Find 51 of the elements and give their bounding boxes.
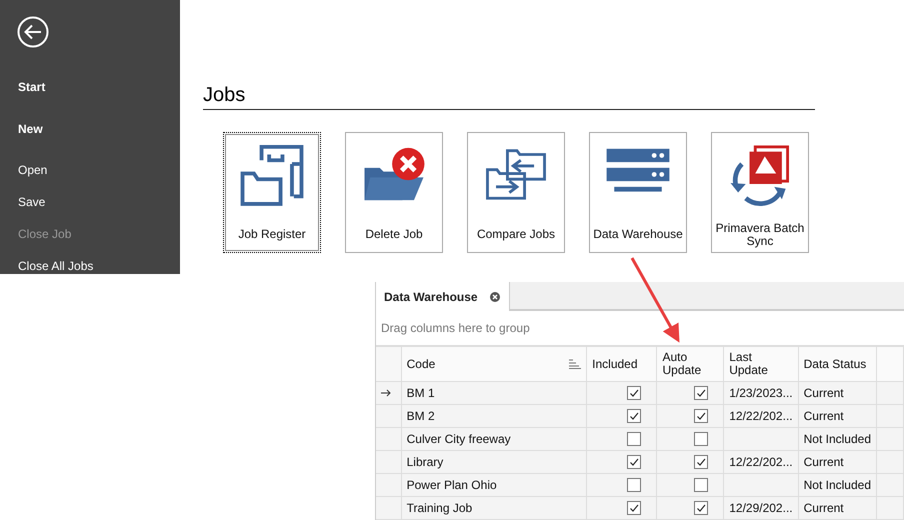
panel-tab[interactable]: Data Warehouse: [376, 282, 510, 311]
section-title: Jobs: [203, 84, 815, 110]
table-cell: Not Included: [798, 474, 876, 496]
checkbox[interactable]: [627, 478, 642, 492]
column-header[interactable]: Code: [406, 358, 436, 370]
table-cell: Current: [798, 404, 876, 428]
job-tile[interactable]: Primavera Batch Sync: [711, 132, 809, 253]
table-cell: BM 2: [401, 404, 587, 428]
job-tile[interactable]: Compare Jobs: [467, 132, 565, 253]
sort-icon[interactable]: [569, 359, 582, 369]
file-cabinet-icon: [239, 145, 305, 208]
checkbox[interactable]: [627, 409, 642, 423]
table-cell: Training Job: [401, 496, 587, 520]
back-icon[interactable]: [17, 16, 49, 48]
column-header[interactable]: Included: [586, 346, 657, 382]
table-cell: 1/23/2023...: [724, 382, 798, 404]
table-cell: 12/22/202...: [724, 404, 798, 428]
checkbox[interactable]: [694, 386, 708, 400]
checkbox[interactable]: [627, 432, 642, 446]
checkbox[interactable]: [694, 455, 708, 469]
job-tile[interactable]: Data Warehouse: [589, 132, 687, 253]
table-cell: Current: [798, 450, 876, 474]
checkbox[interactable]: [627, 386, 642, 400]
checkbox[interactable]: [627, 501, 642, 515]
menu-item[interactable]: Close All Jobs: [0, 250, 180, 282]
checkbox[interactable]: [694, 478, 708, 492]
table-cell: Culver City freeway: [401, 428, 587, 450]
tab-label: Data Warehouse: [384, 290, 478, 304]
table-cell: Power Plan Ohio: [401, 474, 587, 496]
table-cell: Current: [798, 382, 876, 404]
column-header[interactable]: Auto Update: [656, 346, 724, 382]
table-cell: Library: [401, 450, 587, 474]
checkbox[interactable]: [694, 409, 708, 423]
menu-item[interactable]: Open: [0, 154, 180, 186]
table-cell: 12/29/202...: [724, 496, 798, 520]
table-cell: Not Included: [798, 428, 876, 450]
job-tile[interactable]: Job Register: [223, 132, 321, 253]
group-by-hint: Drag columns here to group: [381, 321, 530, 335]
menu-item[interactable]: New: [0, 112, 180, 154]
table-cell: BM 1: [401, 382, 587, 404]
checkbox[interactable]: [627, 455, 642, 469]
menu-item[interactable]: Save: [0, 186, 180, 218]
table-cell: Current: [798, 496, 876, 520]
checkbox[interactable]: [694, 432, 708, 446]
checkbox[interactable]: [694, 501, 708, 515]
column-header[interactable]: Last Update: [724, 346, 798, 382]
job-tile[interactable]: Delete Job: [345, 132, 443, 253]
column-header[interactable]: Data Status: [798, 346, 876, 382]
close-icon[interactable]: [490, 292, 500, 302]
table-cell: 12/22/202...: [724, 450, 798, 474]
menu-item[interactable]: Start: [0, 70, 180, 112]
